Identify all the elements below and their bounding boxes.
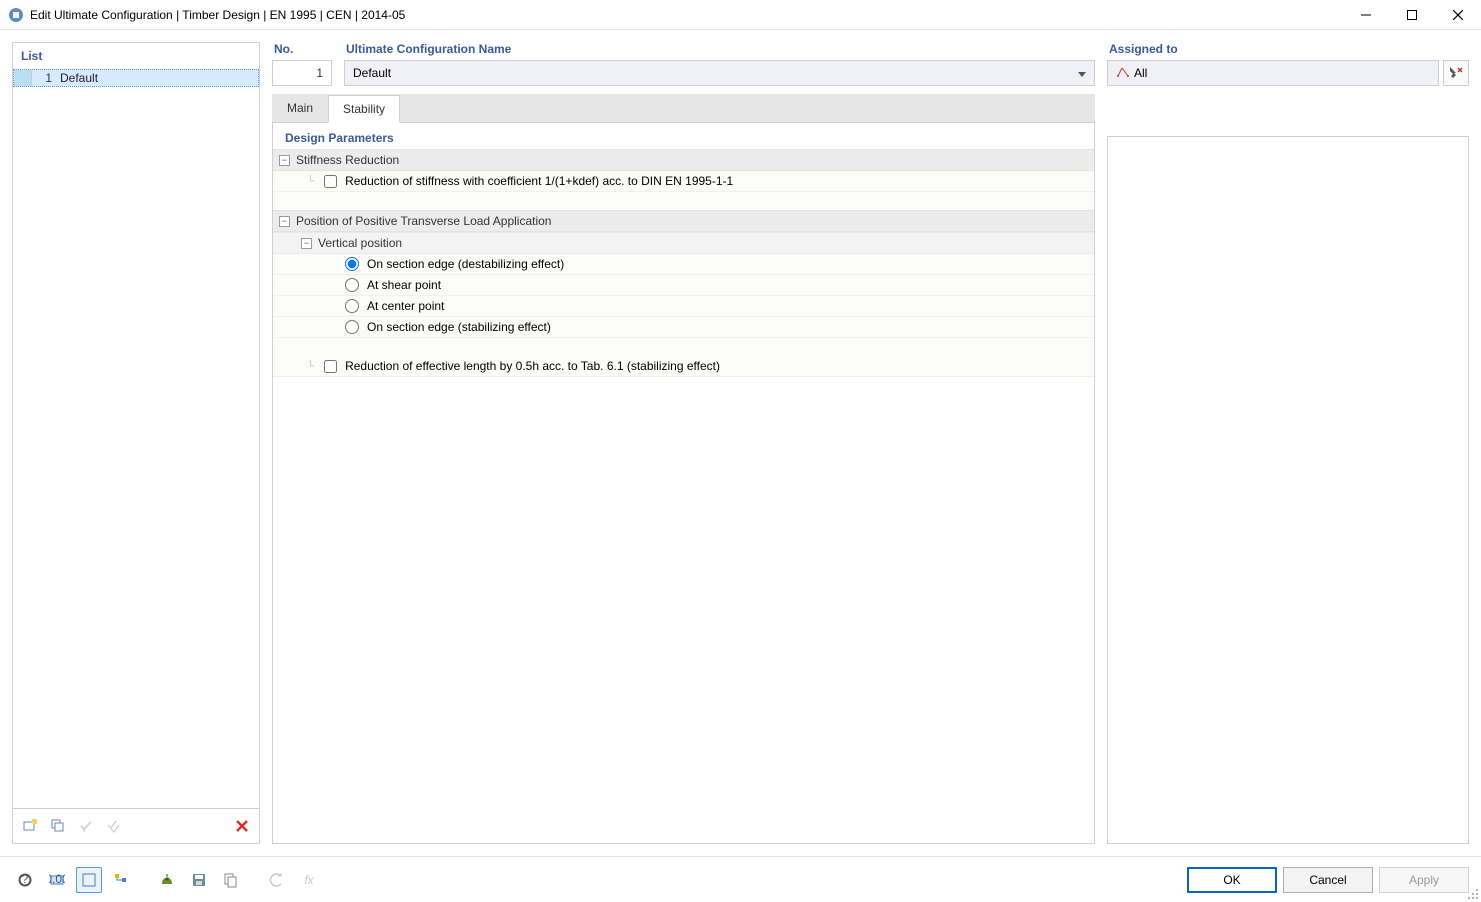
list-header: List	[13, 43, 259, 69]
config-name-value: Default	[353, 66, 391, 80]
window-close-button[interactable]	[1435, 0, 1481, 30]
tab-content-stability: Design Parameters − Stiffness Reduction …	[272, 123, 1095, 844]
resize-grip-icon[interactable]	[1467, 888, 1479, 900]
row-label: Reduction of effective length by 0.5h ac…	[345, 359, 720, 373]
row-label: At center point	[367, 299, 444, 313]
save-button[interactable]	[186, 867, 212, 893]
help-button[interactable]: ?	[12, 867, 38, 893]
list-item[interactable]: 1 Default	[13, 69, 259, 87]
list-toolbar	[13, 808, 259, 843]
accept-button	[73, 813, 99, 839]
row-edge-destabilizing[interactable]: On section edge (destabilizing effect)	[273, 254, 1094, 275]
row-label: On section edge (stabilizing effect)	[367, 320, 551, 334]
svg-text:0.00: 0.00	[49, 872, 65, 886]
row-center-point[interactable]: At center point	[273, 296, 1094, 317]
spacer	[273, 192, 1094, 210]
radio-edge-destabilizing[interactable]	[345, 257, 359, 271]
units-button[interactable]: 0.00	[44, 867, 70, 893]
tab-bar: Main Stability	[272, 94, 1095, 123]
radio-shear-point[interactable]	[345, 278, 359, 292]
accept-all-button	[101, 813, 127, 839]
svg-text:?: ?	[22, 872, 29, 886]
titlebar: Edit Ultimate Configuration | Timber Des…	[0, 0, 1481, 30]
tab-stability[interactable]: Stability	[328, 95, 400, 123]
tree-connector-icon: └	[307, 361, 314, 372]
row-label: On section edge (destabilizing effect)	[367, 257, 564, 271]
import-button[interactable]	[154, 867, 180, 893]
assigned-to-select[interactable]: All	[1107, 60, 1439, 86]
radio-edge-stabilizing[interactable]	[345, 320, 359, 334]
tab-main[interactable]: Main	[272, 94, 328, 122]
row-edge-stabilizing[interactable]: On section edge (stabilizing effect)	[273, 317, 1094, 338]
no-label: No.	[272, 42, 332, 56]
design-parameters-title: Design Parameters	[273, 123, 1094, 149]
main-panel: No. Ultimate Configuration Name Default …	[272, 42, 1095, 844]
row-reduction-effective-length[interactable]: └ Reduction of effective length by 0.5h …	[273, 356, 1094, 377]
chevron-down-icon	[1078, 66, 1086, 80]
group-positive-load[interactable]: − Position of Positive Transverse Load A…	[273, 210, 1094, 232]
preview-area	[1107, 136, 1469, 844]
no-input[interactable]	[272, 60, 332, 86]
row-label: Reduction of stiffness with coefficient …	[345, 174, 733, 188]
group-stiffness-reduction[interactable]: − Stiffness Reduction	[273, 149, 1094, 171]
apply-button: Apply	[1379, 867, 1469, 893]
list-item-label: Default	[56, 71, 98, 85]
assigned-panel: Assigned to All	[1107, 42, 1469, 844]
group-header-label: Position of Positive Transverse Load App…	[296, 214, 551, 228]
list-body[interactable]: 1 Default	[13, 69, 259, 808]
list-item-color-swatch	[14, 70, 32, 86]
checkbox-stiffness-reduction[interactable]	[324, 175, 337, 188]
undo-button	[264, 867, 290, 893]
svg-text:fx: fx	[304, 873, 314, 887]
spacer	[273, 338, 1094, 356]
assigned-to-value: All	[1134, 66, 1147, 80]
window-maximize-button[interactable]	[1389, 0, 1435, 30]
collapse-icon[interactable]: −	[279, 216, 290, 227]
tree-mode-button[interactable]	[108, 867, 134, 893]
cancel-button[interactable]: Cancel	[1283, 867, 1373, 893]
window-minimize-button[interactable]	[1343, 0, 1389, 30]
list-item-number: 1	[32, 71, 56, 85]
collapse-icon[interactable]: −	[301, 238, 312, 249]
row-shear-point[interactable]: At shear point	[273, 275, 1094, 296]
tree-connector-icon: └	[307, 176, 314, 187]
config-name-select[interactable]: Default	[344, 60, 1095, 86]
checkbox-reduction-effective-length[interactable]	[324, 360, 337, 373]
delete-item-button[interactable]	[229, 813, 255, 839]
assigned-to-label: Assigned to	[1107, 42, 1469, 56]
row-stiffness-reduction-coeff[interactable]: └ Reduction of stiffness with coefficien…	[273, 171, 1094, 192]
collapse-icon[interactable]: −	[279, 155, 290, 166]
radio-center-point[interactable]	[345, 299, 359, 313]
dimension-icon	[1116, 65, 1130, 82]
subgroup-label: Vertical position	[318, 236, 402, 250]
copy-item-button[interactable]	[45, 813, 71, 839]
group-header-label: Stiffness Reduction	[296, 153, 399, 167]
window-title: Edit Ultimate Configuration | Timber Des…	[30, 8, 405, 22]
app-icon	[8, 7, 24, 23]
pick-assigned-button[interactable]	[1443, 60, 1469, 86]
list-panel: List 1 Default	[12, 42, 260, 844]
ok-button[interactable]: OK	[1187, 867, 1277, 893]
row-label: At shear point	[367, 278, 441, 292]
function-button: fx	[296, 867, 322, 893]
bottom-toolbar: ? 0.00 fx OK Cancel Apply	[0, 856, 1481, 902]
copy-button[interactable]	[218, 867, 244, 893]
new-item-button[interactable]	[17, 813, 43, 839]
config-name-label: Ultimate Configuration Name	[344, 42, 1095, 56]
view-mode-button[interactable]	[76, 867, 102, 893]
subgroup-vertical-position[interactable]: − Vertical position	[273, 232, 1094, 254]
